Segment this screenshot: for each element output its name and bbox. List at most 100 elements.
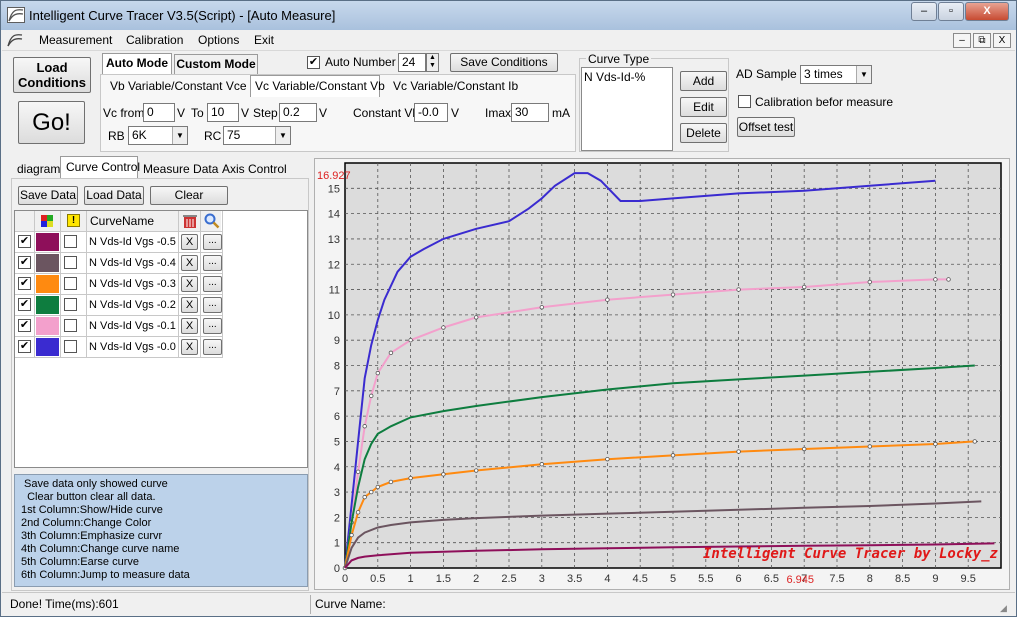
load-conditions-button[interactable]: Load Conditions [13,57,91,93]
show-curve-checkbox[interactable]: ✔ [18,235,31,248]
curve-name-cell[interactable]: N Vds-Id Vgs -0.0 [87,337,179,358]
mdi-close-button[interactable]: X [993,33,1011,48]
data-point[interactable] [933,441,938,447]
emphasize-checkbox[interactable] [64,340,77,353]
erase-curve-button[interactable]: X [181,234,198,250]
erase-curve-button[interactable]: X [181,297,198,313]
show-curve-checkbox[interactable]: ✔ [18,256,31,269]
curve-type-list[interactable]: N Vds-Id-% [581,67,673,151]
emphasize-checkbox[interactable] [64,235,77,248]
ad-sample-select[interactable]: 3 times ▼ [800,65,872,84]
emphasize-checkbox[interactable] [64,298,77,311]
emphasize-checkbox[interactable] [64,256,77,269]
data-point[interactable] [349,532,354,538]
tab-curve-control[interactable]: Curve Control [66,160,140,174]
data-point[interactable] [375,370,380,376]
tab-diagram[interactable]: diagram [17,162,60,176]
menu-exit[interactable]: Exit [254,33,274,47]
jump-to-data-button[interactable]: ... [203,234,222,250]
tab-axis-control[interactable]: Axis Control [222,162,287,176]
color-cell[interactable] [35,295,61,316]
color-cell[interactable] [35,232,61,253]
table-row[interactable]: ✔ N Vds-Id Vgs -0.4 X... [15,253,223,274]
edit-button[interactable]: Edit [680,97,727,117]
curve-color-swatch[interactable] [36,317,59,335]
data-point[interactable] [605,297,610,302]
step-input[interactable]: 0.2 [279,103,317,122]
save-conditions-button[interactable]: Save Conditions [450,53,558,72]
show-curve-checkbox[interactable]: ✔ [18,340,31,353]
calibration-checkbox[interactable] [738,95,751,108]
save-data-button[interactable]: Save Data [18,186,78,205]
data-point[interactable] [408,337,413,343]
data-point[interactable] [355,469,361,475]
tab-custom-mode[interactable]: Custom Mode [174,54,258,74]
rc-select[interactable]: 75 ▼ [223,126,291,145]
data-point[interactable] [408,475,413,481]
color-cell[interactable] [35,316,61,337]
menu-options[interactable]: Options [198,33,239,47]
jump-to-data-button[interactable]: ... [203,318,222,334]
close-button[interactable]: X [965,2,1009,21]
data-point[interactable] [802,446,807,452]
data-point[interactable] [867,444,872,449]
to-input[interactable]: 10 [207,103,239,122]
show-curve-checkbox[interactable]: ✔ [18,277,31,290]
erase-curve-button[interactable]: X [181,255,198,271]
curve-color-swatch[interactable] [36,233,59,251]
data-point[interactable] [972,439,977,444]
mdi-restore-button[interactable]: ⧉ [973,33,991,48]
delete-button[interactable]: Delete [680,123,727,143]
curve-color-swatch[interactable] [36,338,59,356]
data-point[interactable] [539,305,544,310]
constant-vb-input[interactable]: -0.0 [414,103,448,122]
imax-input[interactable]: 30 [511,103,549,122]
data-point[interactable] [670,453,676,458]
color-cell[interactable] [35,253,61,274]
table-row[interactable]: ✔ N Vds-Id Vgs -0.0 X... [15,337,223,358]
data-point[interactable] [802,284,807,290]
rc-dropdown-icon[interactable]: ▼ [275,127,290,144]
ad-sample-dropdown-icon[interactable]: ▼ [856,66,871,83]
curve-name-cell[interactable]: N Vds-Id Vgs -0.4 [87,253,179,274]
curve-color-swatch[interactable] [36,275,59,293]
show-curve-checkbox[interactable]: ✔ [18,319,31,332]
maximize-button[interactable]: ▫ [938,2,964,21]
app-curve-icon[interactable] [7,33,23,47]
data-point[interactable] [388,479,394,485]
data-point[interactable] [375,484,380,490]
chart-area[interactable]: 0 0.5 1 1.5 2 2.5 3 3.5 4 4.5 5 5.5 6 6.5 7 7.5 8 8.5 9 9.5… [314,158,1010,590]
data-point[interactable] [670,292,676,297]
data-point[interactable] [362,494,367,500]
tab-vc-variable-constant-ib[interactable]: Vc Variable/Constant Ib [393,79,518,93]
curve-name-cell[interactable]: N Vds-Id Vgs -0.5 [87,232,179,253]
erase-curve-button[interactable]: X [181,276,198,292]
curve-type-item[interactable]: N Vds-Id-% [584,70,670,84]
table-row[interactable]: ✔ N Vds-Id Vgs -0.2 X... [15,295,223,316]
data-point[interactable] [441,325,446,330]
erase-curve-button[interactable]: X [181,318,198,334]
mdi-minimize-button[interactable]: – [953,33,971,48]
go-button[interactable]: Go! [18,101,85,144]
emphasize-checkbox[interactable] [64,319,77,332]
curve-name-cell[interactable]: N Vds-Id Vgs -0.2 [87,295,179,316]
clear-button[interactable]: Clear [150,186,228,205]
curve-name-cell[interactable]: N Vds-Id Vgs -0.1 [87,316,179,337]
data-point[interactable] [736,287,741,292]
title-bar[interactable]: Intelligent Curve Tracer V3.5(Script) - … [1,1,1016,30]
data-point[interactable] [946,277,951,282]
table-row[interactable]: ✔ N Vds-Id Vgs -0.5 X... [15,232,223,253]
minimize-button[interactable]: – [911,2,937,21]
data-point[interactable] [736,449,741,454]
jump-to-data-button[interactable]: ... [203,255,222,271]
rb-dropdown-icon[interactable]: ▼ [172,127,187,144]
table-row[interactable]: ✔ N Vds-Id Vgs -0.3 X... [15,274,223,295]
emphasize-checkbox[interactable] [64,277,77,290]
data-point[interactable] [355,510,361,515]
data-point[interactable] [539,462,544,467]
tab-auto-mode[interactable]: Auto Mode [102,53,172,75]
data-point[interactable] [473,468,479,473]
jump-to-data-button[interactable]: ... [203,276,222,292]
data-point[interactable] [362,424,367,429]
menu-measurement[interactable]: Measurement [39,33,112,47]
